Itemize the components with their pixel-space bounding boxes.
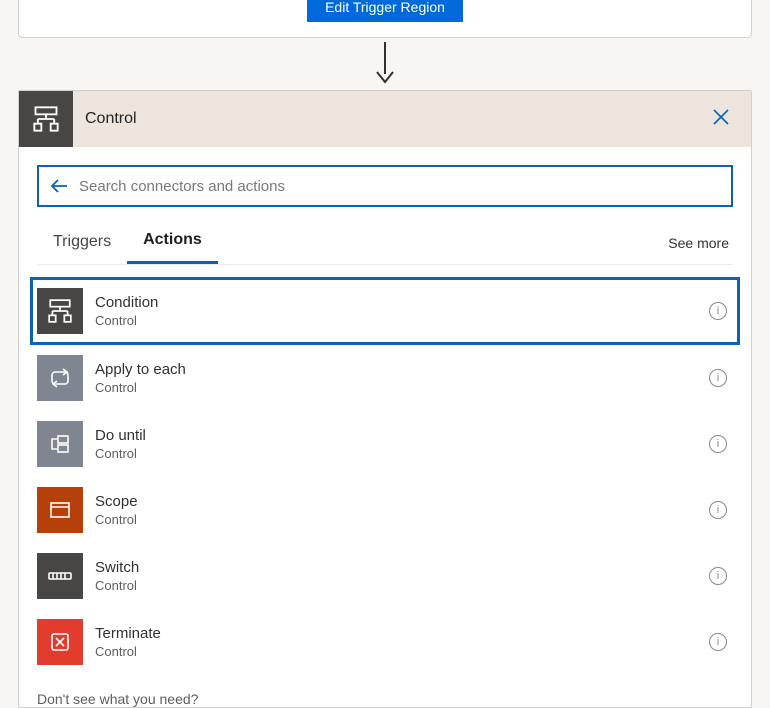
action-subtitle: Control — [95, 446, 709, 461]
panel-header: Control — [19, 91, 751, 147]
close-icon[interactable] — [707, 103, 735, 136]
info-icon[interactable]: i — [709, 302, 727, 320]
tab-actions[interactable]: Actions — [127, 221, 218, 264]
action-item-terminate[interactable]: Terminate Controli — [33, 609, 737, 675]
search-container — [37, 165, 733, 207]
tabs: Triggers Actions See more — [37, 221, 733, 265]
action-title: Terminate — [95, 625, 709, 642]
action-item-switch[interactable]: Switch Controli — [33, 543, 737, 609]
action-title: Do until — [95, 427, 709, 444]
condition-icon — [37, 288, 83, 334]
action-text: Scope Control — [95, 493, 709, 527]
action-subtitle: Control — [95, 578, 709, 593]
action-text: Switch Control — [95, 559, 709, 593]
action-item-condition[interactable]: Condition Controli — [30, 277, 740, 345]
action-subtitle: Control — [95, 380, 709, 395]
action-item-do-until[interactable]: Do until Controli — [33, 411, 737, 477]
action-text: Apply to each Control — [95, 361, 709, 395]
back-icon[interactable] — [49, 176, 69, 196]
action-text: Terminate Control — [95, 625, 709, 659]
info-icon[interactable]: i — [709, 501, 727, 519]
dountil-icon — [37, 421, 83, 467]
action-text: Condition Control — [95, 294, 709, 328]
footer-help-text: Don't see what you need? — [19, 675, 751, 707]
action-title: Scope — [95, 493, 709, 510]
action-subtitle: Control — [95, 313, 709, 328]
search-input[interactable] — [79, 178, 721, 195]
trigger-card: Edit Trigger Region — [18, 0, 752, 38]
info-icon[interactable]: i — [709, 633, 727, 651]
action-subtitle: Control — [95, 512, 709, 527]
see-more-link[interactable]: See more — [664, 225, 733, 261]
panel-title: Control — [73, 110, 707, 128]
action-title: Apply to each — [95, 361, 709, 378]
control-icon — [19, 91, 73, 147]
tab-triggers[interactable]: Triggers — [37, 223, 127, 263]
action-picker-panel: Control Triggers Actions See more Condit… — [18, 90, 752, 708]
action-item-scope[interactable]: Scope Controli — [33, 477, 737, 543]
scope-icon — [37, 487, 83, 533]
action-list: ConditionControliApply to eachControliDo… — [19, 265, 751, 675]
action-subtitle: Control — [95, 644, 709, 659]
action-title: Condition — [95, 294, 709, 311]
action-text: Do until Control — [95, 427, 709, 461]
flow-arrow-icon — [0, 38, 770, 90]
terminate-icon — [37, 619, 83, 665]
info-icon[interactable]: i — [709, 435, 727, 453]
action-title: Switch — [95, 559, 709, 576]
switch-icon — [37, 553, 83, 599]
action-item-apply-to-each[interactable]: Apply to each Controli — [33, 345, 737, 411]
info-icon[interactable]: i — [709, 567, 727, 585]
edit-trigger-button[interactable]: Edit Trigger Region — [307, 0, 463, 22]
info-icon[interactable]: i — [709, 369, 727, 387]
loop-icon — [37, 355, 83, 401]
